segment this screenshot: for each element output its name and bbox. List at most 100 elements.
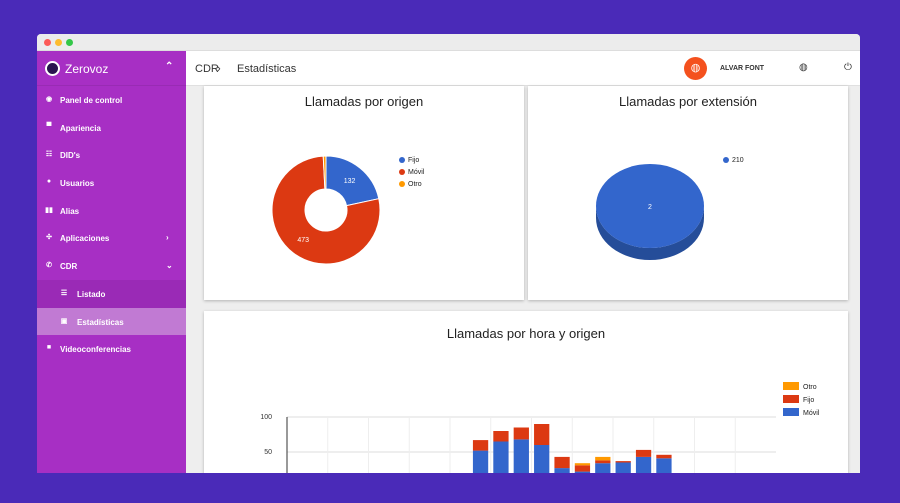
bar-segment-mvil [472, 450, 489, 473]
bar-segment-fijo [615, 461, 631, 463]
legend-item-movil: Móvil [783, 408, 819, 417]
sidebar-item-label: CDR [60, 262, 78, 272]
breadcrumb-separator: › [217, 63, 221, 75]
y-tick-label: 100 [260, 414, 272, 421]
zerovoz-logo [45, 61, 60, 76]
sidebar-item-videoconferencias[interactable]: ■ Videoconferencias [37, 335, 186, 363]
stats-icon: ▣ [60, 317, 68, 325]
legend-label: Fijo [803, 397, 815, 404]
topbar: CDR › Estadísticas ◍ ALVAR FONT ◍ ⏻ [186, 51, 860, 86]
maximize-window-button[interactable] [66, 39, 73, 46]
window-titlebar [37, 34, 860, 51]
list-icon: ☰ [60, 289, 68, 297]
page-title: Estadísticas [237, 63, 297, 75]
bar-segment-mvil [615, 462, 631, 473]
bar-segment-fijo [554, 456, 570, 469]
sidebar-item-label: Aplicaciones [60, 234, 110, 244]
sidebar-item-dids[interactable]: ☷ DID's [37, 141, 186, 169]
donut-slice-value: 473 [297, 237, 309, 244]
legend-item-210: 210 [723, 157, 744, 164]
sidebar-item-label: Estadísticas [77, 317, 124, 327]
sidebar-item-label: Usuarios [60, 179, 95, 189]
sidebar-item-estadisticas[interactable]: ▣ Estadísticas [37, 307, 186, 336]
username[interactable]: ALVAR FONT [720, 65, 764, 72]
legend-item-movil: Móvil [399, 169, 424, 176]
brand-name: Zerovoz [65, 62, 109, 76]
collapse-sidebar-icon[interactable]: ⌃ [165, 61, 173, 72]
phone-numbers-icon: ☷ [45, 151, 53, 159]
legend-item-fijo: Fijo [783, 395, 814, 404]
legend-label: Otro [408, 181, 422, 188]
bar-segment-mvil [554, 468, 570, 473]
bar-segment-fijo [534, 424, 550, 445]
pie-slice-value: 2 [648, 204, 652, 211]
language-globe-icon[interactable]: ◍ [799, 62, 808, 73]
sidebar-item-aplicaciones[interactable]: ✣ Aplicaciones › [37, 224, 186, 252]
sidebar-item-listado[interactable]: ☰ Listado [37, 279, 186, 308]
legend-item-otro: Otro [399, 181, 422, 188]
donut-slice-value: 132 [344, 178, 356, 185]
donut-chart: 132 473 [271, 155, 381, 265]
legend-swatch [783, 395, 799, 403]
bar-segment-otro [574, 463, 591, 466]
sidebar-item-label: DID's [60, 151, 81, 161]
logout-power-icon[interactable]: ⏻ [844, 62, 852, 73]
legend-item-fijo: Fijo [399, 157, 419, 164]
bar-segment-fijo [595, 460, 611, 464]
bar-segment-mvil [574, 471, 591, 473]
bar-segment-mvil [513, 439, 529, 473]
sidebar-item-label: Listado [77, 289, 106, 299]
pie-3d-chart: 2 [596, 164, 704, 260]
legend-label: Móvil [803, 410, 820, 417]
legend-label: Móvil [408, 169, 425, 176]
bar-segment-fijo [493, 431, 509, 442]
bar-segment-fijo [513, 427, 529, 440]
bar-segment-fijo [635, 449, 652, 457]
sidebar-item-apariencia[interactable]: ▀ Apariencia [37, 114, 186, 142]
y-tick-label: 50 [264, 449, 272, 456]
bar-segment-otro [595, 456, 611, 461]
user-avatar[interactable]: ◍ [684, 57, 707, 80]
paint-roller-icon: ▀ [46, 122, 52, 130]
bar-segment-fijo [656, 454, 672, 459]
browser-window: Zerovoz ⌃ ◉ Panel de control ▀ Aparienci… [37, 34, 860, 473]
sidebar-item-label: Alias [60, 206, 80, 216]
user-icon: ● [46, 178, 52, 186]
minimize-window-button[interactable] [55, 39, 62, 46]
chart-card-hora: Llamadas por hora y origen 05010000:0002… [204, 311, 848, 473]
bar-segment-mvil [656, 458, 672, 473]
stacked-bar-chart: 05010000:0002:0004:0006:0008:0010:0012:0… [260, 414, 776, 473]
alias-icon: ▮▮ [45, 206, 53, 214]
globe-icon: ◉ [45, 96, 53, 103]
legend-swatch [783, 382, 799, 390]
sidebar: Zerovoz ⌃ ◉ Panel de control ▀ Aparienci… [37, 51, 186, 473]
legend-label: Otro [803, 384, 817, 391]
legend-swatch [783, 408, 799, 416]
legend-label: 210 [732, 157, 744, 164]
bar-segment-fijo [574, 465, 591, 472]
phone-icon: ✆ [46, 262, 52, 270]
bar-segment-fijo [472, 440, 489, 451]
sidebar-item-panel-de-control[interactable]: ◉ Panel de control [37, 86, 186, 114]
close-window-button[interactable] [44, 39, 51, 46]
sidebar-item-alias[interactable]: ▮▮ Alias [37, 197, 186, 225]
chart-card-extension: Llamadas por extensión 2 210 [528, 86, 848, 300]
apps-icon: ✣ [46, 234, 52, 242]
video-icon: ■ [46, 344, 52, 352]
breadcrumb-root[interactable]: CDR [195, 63, 219, 75]
bar-segment-mvil [534, 445, 550, 473]
legend-swatch [399, 157, 405, 163]
legend-swatch [723, 157, 729, 163]
legend-label: Fijo [408, 157, 420, 164]
bar-segment-mvil [493, 441, 509, 473]
sidebar-item-label: Apariencia [60, 123, 101, 133]
brand[interactable]: Zerovoz ⌃ [37, 51, 186, 86]
chart-card-origen: Llamadas por origen 132 473 Fijo Móvil Ot… [204, 86, 524, 300]
sidebar-item-label: Videoconferencias [60, 345, 131, 355]
legend-swatch [399, 169, 405, 175]
legend-swatch [399, 181, 405, 187]
chevron-down-icon: ⌄ [166, 261, 173, 271]
chevron-right-icon: › [166, 233, 169, 243]
sidebar-item-cdr[interactable]: ✆ CDR ⌄ [37, 252, 186, 280]
sidebar-item-usuarios[interactable]: ● Usuarios [37, 169, 186, 197]
